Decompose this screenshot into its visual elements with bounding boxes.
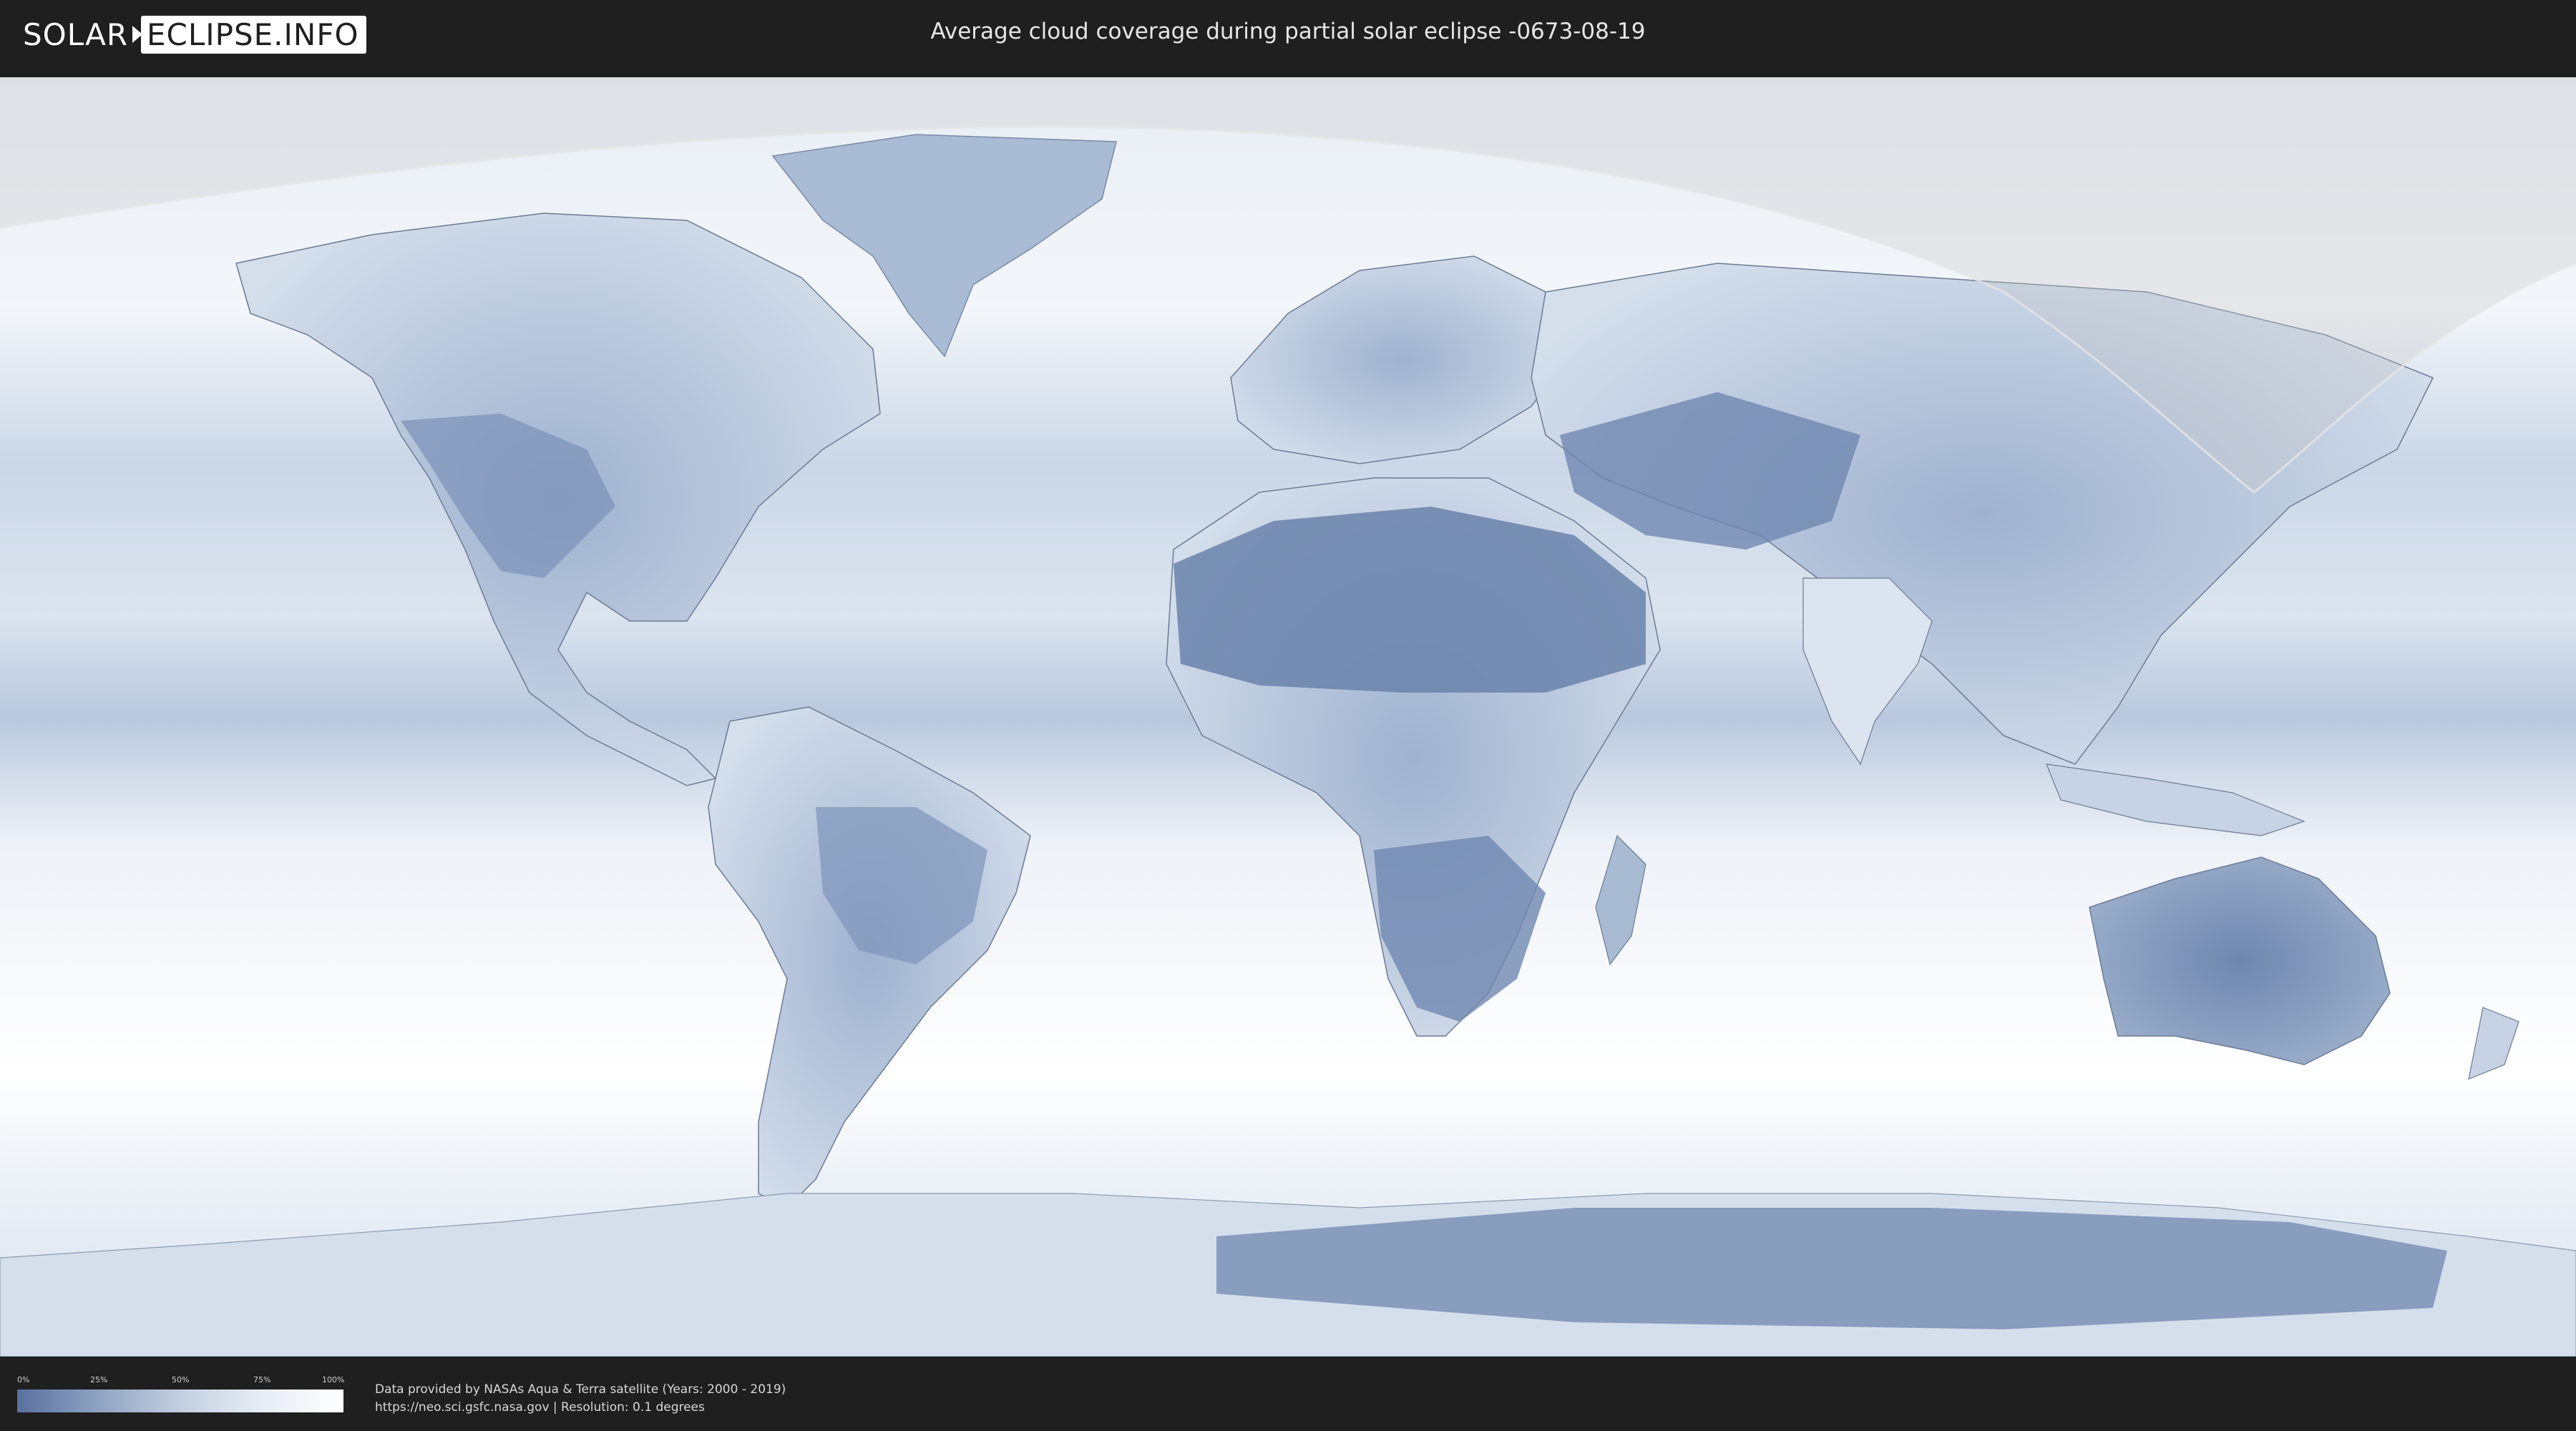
- legend-tick-label: 100%: [322, 1375, 345, 1384]
- cloud-coverage-map[interactable]: [0, 77, 2576, 1357]
- legend-tick-label: 75%: [253, 1375, 271, 1384]
- legend-tick-label: 25%: [90, 1375, 108, 1384]
- cloud-coverage-legend: 0% 25% 50% 75% 100%: [17, 1375, 345, 1427]
- footer-bar: 0% 25% 50% 75% 100% Data provided by NAS…: [0, 1357, 2576, 1431]
- credit-line-resolution: https://neo.sci.gsfc.nasa.gov | Resoluti…: [375, 1400, 705, 1415]
- map-svg: [0, 77, 2576, 1357]
- header-bar: SOLAR ECLIPSE.INFO Average cloud coverag…: [0, 0, 2576, 72]
- credit-line-source: Data provided by NASAs Aqua & Terra sate…: [375, 1382, 786, 1397]
- legend-tick-label: 50%: [172, 1375, 190, 1384]
- data-credits: Data provided by NASAs Aqua & Terra sate…: [375, 1381, 786, 1417]
- legend-tick-row: 0% 25% 50% 75% 100%: [17, 1375, 345, 1387]
- page-title: Average cloud coverage during partial so…: [930, 19, 1646, 44]
- legend-gradient-bar: [17, 1390, 343, 1412]
- legend-tick-label: 0%: [17, 1375, 30, 1384]
